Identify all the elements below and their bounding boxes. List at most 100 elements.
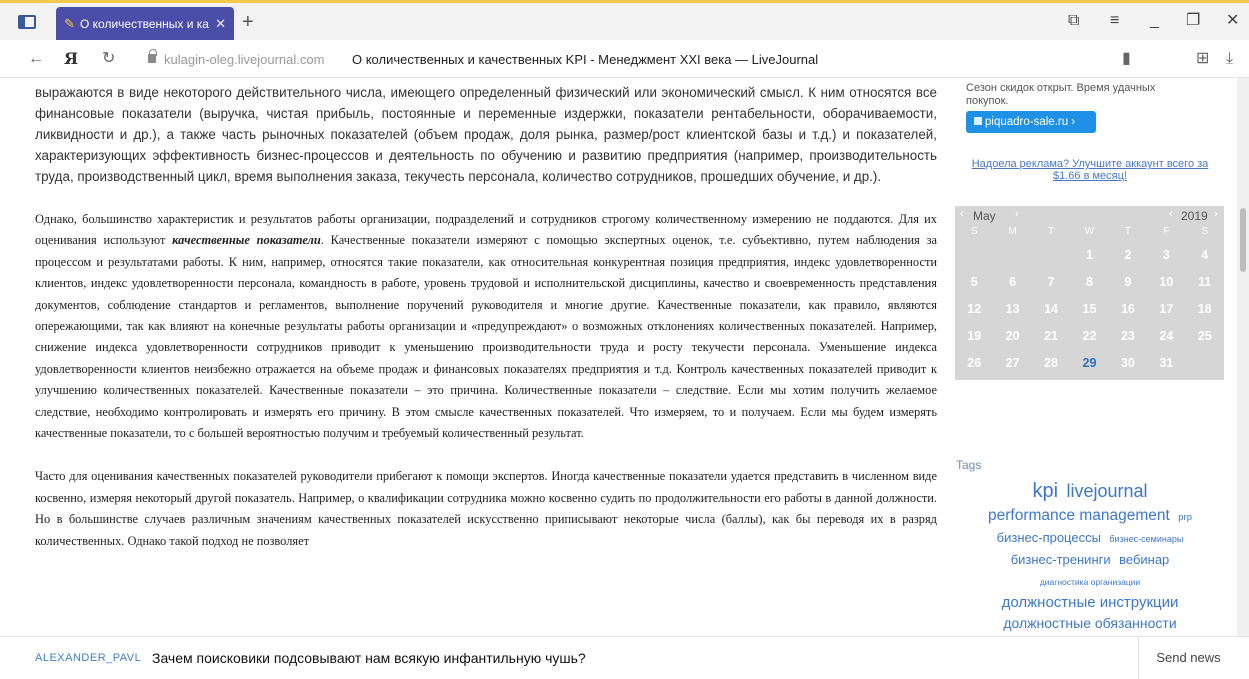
yandex-logo-icon[interactable]: Я	[64, 49, 78, 69]
calendar-day[interactable]: 9	[1109, 269, 1147, 296]
tag-link[interactable]: prp	[1178, 512, 1192, 525]
weekday-label: S	[1201, 226, 1209, 237]
calendar-day[interactable]: 14	[1032, 296, 1070, 323]
browser-tab-active[interactable]: ✎ О количественных и ка ✕	[56, 7, 234, 40]
lock-icon	[148, 49, 157, 63]
calendar-day[interactable]: 21	[1032, 323, 1070, 350]
ad-link-button[interactable]: piquadro-sale.ru ›	[966, 111, 1096, 133]
browser-titlebar: ✎ О количественных и ка ✕ + ⧉ ≡ _ ❐ ✕	[0, 0, 1249, 40]
tag-link[interactable]: диагностика организации	[1040, 577, 1140, 588]
tag-link[interactable]: должностные инструкции	[1002, 593, 1179, 613]
tag-cloud: kpi livejournal performance management p…	[972, 478, 1208, 635]
calendar-day[interactable]: 29	[1070, 350, 1108, 377]
prev-month-icon[interactable]: ‹	[960, 208, 964, 220]
article-body: выражаются в виде некоторого действитель…	[35, 78, 937, 636]
emphasis-qualitative: качественные показатели	[172, 233, 321, 248]
calendar-day[interactable]: 25	[1186, 323, 1224, 350]
calendar-month[interactable]: May	[973, 209, 996, 223]
calendar-day[interactable]: 26	[955, 350, 993, 377]
close-window-icon[interactable]: ✕	[1226, 11, 1239, 31]
article-paragraph-2: Однако, большинство характеристик и резу…	[35, 212, 937, 441]
calendar-day[interactable]: 8	[1070, 269, 1108, 296]
next-year-icon[interactable]: ›	[1214, 208, 1218, 220]
calendar-empty-cell	[993, 242, 1031, 269]
calendar-day[interactable]: 30	[1109, 350, 1147, 377]
tag-link[interactable]: бизнес-процессы	[997, 529, 1101, 547]
calendar-year[interactable]: 2019	[1181, 209, 1208, 223]
calendar-day[interactable]: 27	[993, 350, 1031, 377]
bookmark-icon[interactable]: ▮	[1122, 49, 1131, 69]
calendar: ‹ May › ‹ 2019 › SMTWTFS 1 2 3 4 5 6 7 8 9 10 11 12…	[955, 206, 1224, 380]
back-arrow-icon[interactable]: ←	[28, 49, 44, 69]
calendar-empty-cell	[1032, 242, 1070, 269]
minimize-icon[interactable]: _	[1150, 11, 1159, 31]
address-bar: ← Я ↻ kulagin-oleg.livejournal.com О кол…	[0, 40, 1249, 78]
calendar-day[interactable]: 15	[1070, 296, 1108, 323]
prev-year-icon[interactable]: ‹	[1169, 208, 1173, 220]
weekday-label: T	[1048, 226, 1055, 237]
tag-link[interactable]: kpi	[1032, 478, 1058, 505]
calendar-day[interactable]: 23	[1109, 323, 1147, 350]
restore-icon[interactable]: ❐	[1186, 11, 1200, 31]
calendar-day[interactable]: 3	[1147, 242, 1185, 269]
tags-heading: Tags	[956, 458, 982, 472]
calendar-day[interactable]: 6	[993, 269, 1031, 296]
tag-link[interactable]: должностные обязанности	[1003, 614, 1176, 633]
new-tab-icon[interactable]: +	[242, 12, 254, 32]
calendar-day[interactable]: 4	[1186, 242, 1224, 269]
calendar-day[interactable]: 5	[955, 269, 993, 296]
reload-icon[interactable]: ↻	[102, 49, 115, 69]
calendar-day[interactable]: 19	[955, 323, 993, 350]
tab-title: О количественных и ка	[80, 16, 209, 31]
calendar-day[interactable]: 18	[1186, 296, 1224, 323]
sidebar-toggle-icon[interactable]	[18, 15, 36, 29]
weekday-label: S	[970, 226, 978, 237]
menu-icon[interactable]: ≡	[1110, 11, 1119, 31]
calendar-day[interactable]: 7	[1032, 269, 1070, 296]
calendar-day[interactable]: 20	[993, 323, 1031, 350]
url-domain[interactable]: kulagin-oleg.livejournal.com	[164, 52, 324, 67]
translate-icon[interactable]: ⊞	[1196, 49, 1209, 69]
pencil-icon: ✎	[64, 15, 75, 31]
tag-link[interactable]: бизнес-семинары	[1109, 533, 1183, 545]
calendar-header: ‹ May › ‹ 2019 ›	[955, 206, 1224, 226]
tag-link[interactable]: бизнес-тренинги	[1011, 551, 1111, 569]
ad-text: Сезон скидок открыт. Время удачных покуп…	[966, 82, 1156, 107]
scrollbar-thumb[interactable]	[1240, 208, 1246, 272]
ticker-username[interactable]: ALEXANDER_PAVL	[35, 652, 141, 664]
calendar-weekdays: SMTWTFS	[955, 226, 1224, 240]
calendar-day[interactable]: 2	[1109, 242, 1147, 269]
bookmarks-panel-icon[interactable]: ⧉	[1068, 11, 1079, 31]
calendar-day[interactable]: 16	[1109, 296, 1147, 323]
article-paragraph-3: Часто для оценивания качественных показа…	[35, 469, 937, 548]
upgrade-account-link[interactable]: Надоела реклама? Улучшите аккаунт всего …	[958, 158, 1222, 182]
calendar-day[interactable]: 11	[1186, 269, 1224, 296]
news-ticker: ALEXANDER_PAVL Зачем поисковики подсовыв…	[0, 636, 1249, 679]
weekday-label: W	[1084, 226, 1095, 237]
site-icon	[974, 117, 982, 125]
weekday-label: F	[1163, 226, 1170, 237]
next-month-icon[interactable]: ›	[1015, 208, 1019, 220]
calendar-day[interactable]: 1	[1070, 242, 1108, 269]
url-page-title[interactable]: О количественных и качественных KPI - Ме…	[352, 52, 818, 67]
calendar-empty-cell	[955, 242, 993, 269]
sidebar: Сезон скидок открыт. Время удачных покуп…	[952, 78, 1227, 636]
calendar-day[interactable]: 10	[1147, 269, 1185, 296]
calendar-day[interactable]: 31	[1147, 350, 1185, 377]
calendar-day[interactable]: 17	[1147, 296, 1185, 323]
ticker-headline[interactable]: Зачем поисковики подсовывают нам всякую …	[152, 650, 586, 666]
close-tab-icon[interactable]: ✕	[215, 16, 226, 32]
weekday-label: M	[1008, 226, 1017, 237]
tag-link[interactable]: livejournal	[1066, 479, 1147, 503]
page-scrollbar[interactable]	[1237, 78, 1249, 636]
download-icon[interactable]: ⤓	[1226, 49, 1233, 69]
article-paragraph-1: выражаются в виде некоторого действитель…	[35, 85, 937, 184]
calendar-day[interactable]: 22	[1070, 323, 1108, 350]
calendar-day[interactable]: 28	[1032, 350, 1070, 377]
tag-link[interactable]: вебинар	[1119, 551, 1169, 569]
calendar-day[interactable]: 24	[1147, 323, 1185, 350]
calendar-day[interactable]: 12	[955, 296, 993, 323]
calendar-day[interactable]: 13	[993, 296, 1031, 323]
send-news-button[interactable]: Send news	[1138, 637, 1238, 679]
tag-link[interactable]: performance management	[988, 506, 1170, 527]
